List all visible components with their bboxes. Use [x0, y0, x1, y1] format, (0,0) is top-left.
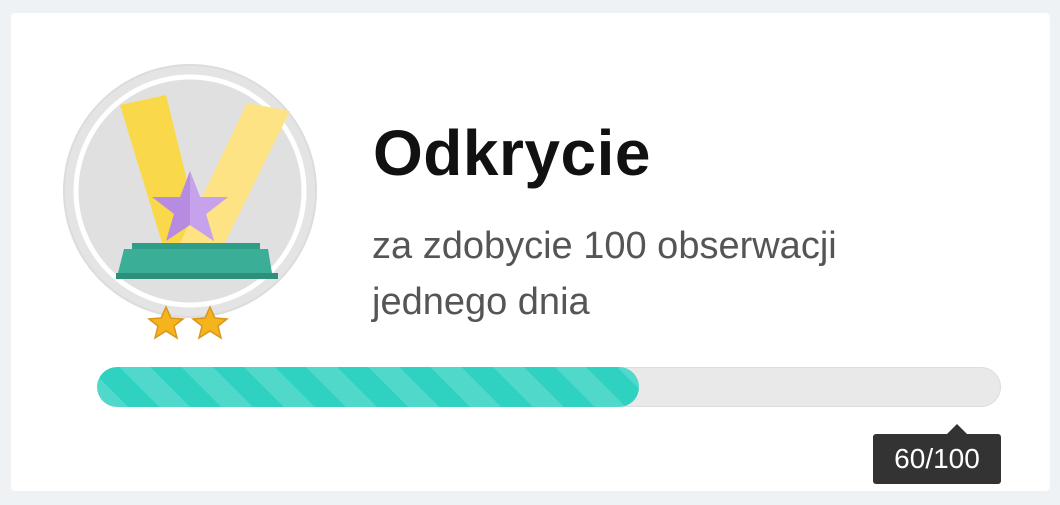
progress-tooltip: 60/100	[873, 424, 1001, 484]
spotlight-star-trophy-icon	[63, 64, 317, 340]
achievement-badge	[62, 63, 322, 343]
achievement-title: Odkrycie	[373, 117, 651, 189]
progress-bar	[97, 367, 1001, 407]
achievement-card: Odkrycie za zdobycie 100 obserwacji jedn…	[11, 13, 1050, 491]
progress-bar-fill	[97, 367, 640, 407]
achievement-description: za zdobycie 100 obserwacji jednego dnia	[372, 225, 837, 323]
